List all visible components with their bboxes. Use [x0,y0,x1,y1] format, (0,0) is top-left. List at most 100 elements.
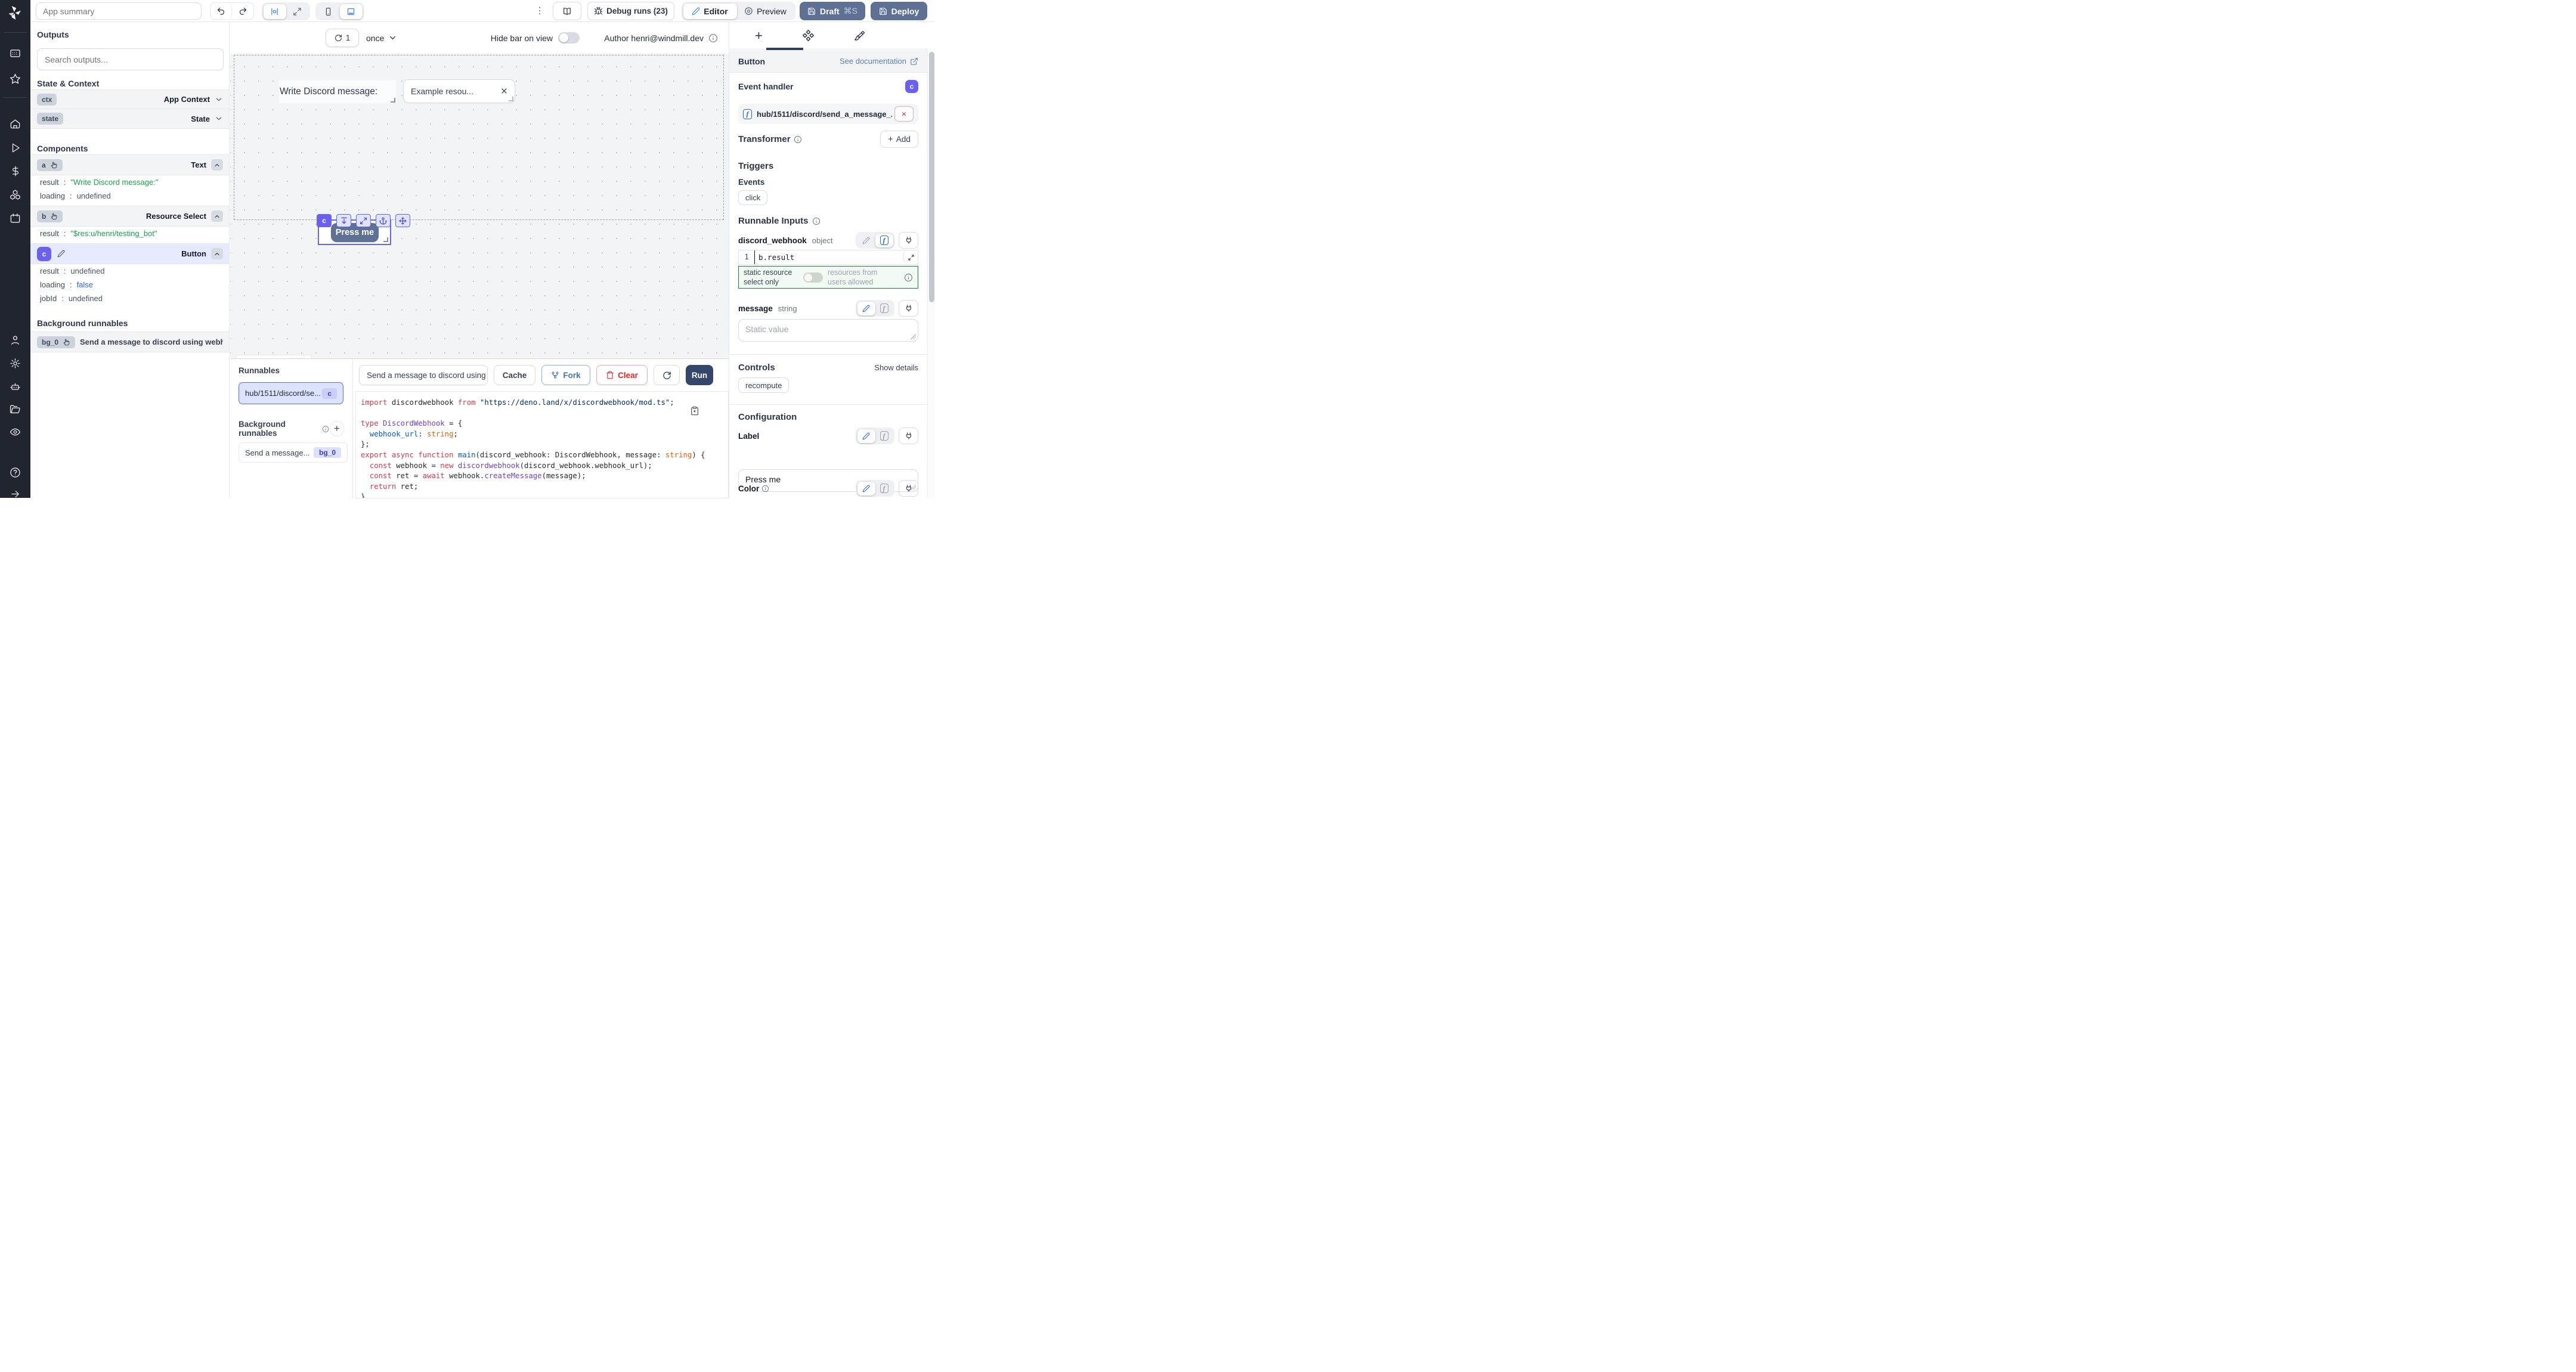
star-icon[interactable] [10,73,21,85]
resize-handle[interactable] [391,98,395,103]
folder-icon[interactable] [10,404,21,415]
collapse-button[interactable] [211,210,223,222]
connect-mode-button[interactable]: f [875,302,893,315]
docs-button[interactable] [553,2,581,20]
input-expression-editor[interactable]: 1 b.result [738,250,918,265]
resources-from-users-toggle[interactable] [803,272,823,283]
bg-runnable-item[interactable]: Send a message... bg_0 [239,442,348,463]
play-icon[interactable] [10,143,21,153]
info-icon[interactable] [812,217,821,225]
tab-component-settings[interactable] [802,29,815,42]
redo-button[interactable] [232,3,253,19]
textarea-resize-grip[interactable] [911,334,916,339]
info-icon[interactable] [708,33,718,43]
info-icon[interactable] [904,273,913,282]
event-handler-item[interactable]: f hub/1511/discord/send_a_message_... × [738,104,918,124]
calendar-icon[interactable] [10,213,21,224]
text-component[interactable]: Write Discord message: [279,80,396,103]
help-icon[interactable] [10,467,21,478]
fullscreen-button[interactable] [356,214,371,227]
refresh-script-button[interactable] [654,365,680,385]
desktop-button[interactable] [340,4,363,19]
search-outputs-input[interactable] [37,48,224,70]
scrollbar-track[interactable] [927,50,935,498]
add-bg-runnable-button[interactable]: + [330,421,344,436]
tab-preview[interactable]: Preview [737,4,794,19]
plug-button[interactable] [899,232,918,249]
resize-handle[interactable] [509,97,513,101]
recompute-chip[interactable]: recompute [738,377,789,393]
cache-button[interactable]: Cache [494,365,535,385]
expand-down-button[interactable] [336,214,351,227]
connect-mode-button[interactable]: f [875,482,893,495]
run-button[interactable]: Run [686,365,713,385]
clipboard-icon[interactable] [690,406,699,416]
show-details-link[interactable]: Show details [874,363,918,372]
scrollbar-thumb[interactable] [929,52,934,302]
runnable-item-selected[interactable]: hub/1511/discord/se... c [239,382,343,404]
clear-button[interactable]: Clear [596,365,648,385]
draft-button[interactable]: Draft ⌘S [800,2,865,20]
windmill-logo[interactable] [7,5,23,20]
chevron-down-icon[interactable] [215,114,223,123]
kebab-icon[interactable] [534,5,545,17]
collapse-button[interactable] [211,159,223,171]
pencil-icon[interactable] [54,247,68,261]
component-row-c[interactable]: c Button [30,243,230,264]
frequency-dropdown[interactable]: once [366,29,397,47]
fork-button[interactable]: Fork [541,365,590,385]
move-button[interactable] [395,214,410,227]
dollar-icon[interactable] [10,166,21,176]
robot-icon[interactable] [10,381,21,392]
smartphone-button[interactable] [317,4,340,19]
arrow-right-icon[interactable] [10,489,20,499]
event-click-chip[interactable]: click [738,190,767,205]
static-mode-button[interactable] [857,234,875,247]
static-mode-button[interactable] [857,429,875,443]
info-icon[interactable] [794,135,802,144]
gear-icon[interactable] [10,358,21,369]
tab-styling[interactable] [854,30,866,42]
info-icon[interactable] [761,485,769,493]
hide-bar-toggle[interactable] [558,32,580,44]
info-icon[interactable] [322,425,329,433]
home-icon[interactable] [10,118,21,129]
collapse-button[interactable] [211,248,223,259]
state-row[interactable]: state State [30,109,230,129]
app-summary-input[interactable] [36,2,202,20]
static-mode-button[interactable] [857,482,875,495]
ctx-row[interactable]: ctx App Context [30,89,230,109]
resize-handle[interactable] [383,237,388,242]
plug-button[interactable] [899,480,918,497]
message-value-textarea[interactable]: Static value [738,319,918,342]
component-row-b[interactable]: b Resource Select [30,206,230,227]
remove-handler-button[interactable]: × [894,106,914,122]
user-icon[interactable] [10,335,21,346]
boxes-icon[interactable] [10,189,21,200]
connect-mode-button[interactable]: f [875,234,893,247]
deploy-button[interactable]: Deploy [871,2,927,20]
component-row-a[interactable]: a Text [30,154,230,175]
canvas[interactable]: Write Discord message: Example resou... … [230,54,729,358]
boards-icon[interactable] [10,48,21,59]
refresh-count-button[interactable]: 1 [326,29,359,47]
audit-eye-icon[interactable] [10,426,21,438]
align-center-button[interactable] [264,4,286,19]
resource-select-component[interactable]: Example resou... × [403,79,515,103]
maximize-button[interactable] [286,4,309,19]
debug-runs-button[interactable]: Debug runs (23) [587,2,674,20]
add-transformer-button[interactable]: +Add [880,131,918,148]
plug-button[interactable] [899,300,918,317]
chevron-down-icon[interactable] [215,95,223,104]
clear-select-icon[interactable]: × [501,86,507,97]
expand-editor-button[interactable] [903,250,918,264]
see-documentation-link[interactable]: See documentation [840,57,918,66]
plug-button[interactable] [899,428,918,444]
connect-mode-button[interactable]: f [875,429,893,443]
tab-insert-plus-icon[interactable]: + [755,29,763,42]
anchor-button[interactable] [376,214,391,227]
static-mode-button[interactable] [857,302,875,315]
code-editor[interactable]: import discordwebhook from "https://deno… [355,391,729,498]
bg0-row[interactable]: bg_0 Send a message to discord using web… [30,332,230,352]
undo-button[interactable] [210,3,232,19]
